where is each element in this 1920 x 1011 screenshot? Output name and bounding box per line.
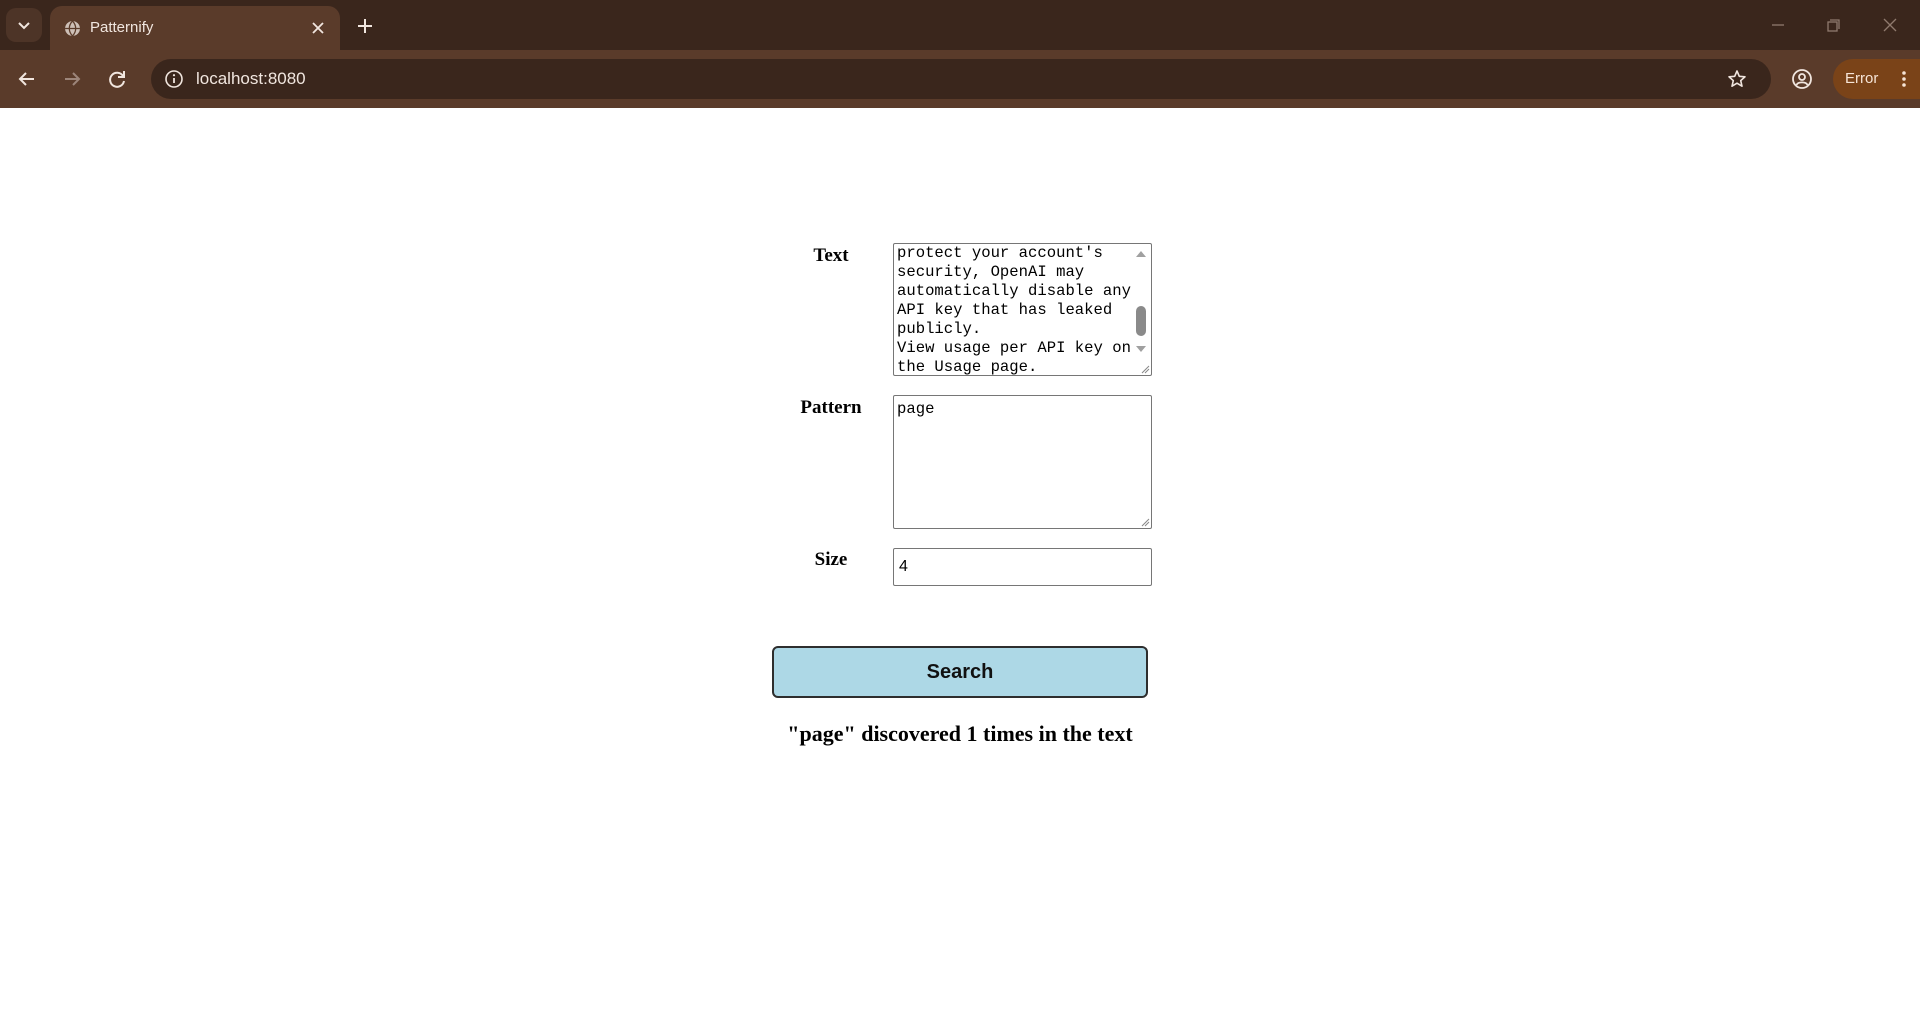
new-tab-icon[interactable] — [352, 13, 378, 39]
text-textarea-content: protect your account's security, OpenAI … — [897, 244, 1131, 376]
globe-icon — [65, 20, 80, 37]
text-textarea[interactable]: protect your account's security, OpenAI … — [893, 243, 1152, 376]
resize-grip-icon[interactable] — [1140, 517, 1150, 527]
forward-arrow-icon[interactable] — [57, 64, 87, 94]
close-icon[interactable] — [308, 18, 328, 38]
bookmark-star-icon[interactable] — [1726, 68, 1748, 90]
tab-search-button[interactable] — [6, 8, 42, 42]
result-message: "page" discovered 1 times in the text — [787, 721, 1133, 746]
profile-icon[interactable] — [1787, 64, 1817, 94]
chevron-down-icon — [18, 22, 30, 30]
size-label: Size — [814, 549, 848, 570]
size-input[interactable] — [893, 548, 1152, 586]
profile-error-button[interactable]: Error — [1833, 59, 1920, 99]
browser-toolbar: localhost:8080 Error — [0, 50, 1920, 108]
tab-title: Patternify — [90, 19, 154, 36]
minimize-icon[interactable] — [1765, 13, 1791, 37]
text-label: Text — [813, 245, 849, 266]
info-icon[interactable] — [163, 68, 185, 90]
browser-tab[interactable]: Patternify — [50, 6, 340, 50]
error-label: Error — [1845, 70, 1879, 87]
pattern-textarea-content: page — [897, 400, 935, 418]
resize-grip-icon[interactable] — [1140, 364, 1150, 374]
tab-strip: Patternify — [0, 0, 1920, 50]
url-text: localhost:8080 — [196, 69, 306, 88]
scrollbar-thumb[interactable] — [1136, 306, 1146, 336]
pattern-label: Pattern — [800, 397, 862, 418]
reload-icon[interactable] — [102, 64, 132, 94]
search-button[interactable]: Search — [772, 646, 1148, 698]
window-close-icon[interactable] — [1877, 13, 1903, 37]
scroll-down-arrow-icon[interactable] — [1133, 343, 1149, 355]
scroll-up-arrow-icon[interactable] — [1133, 248, 1149, 260]
textarea-scrollbar[interactable] — [1133, 246, 1149, 363]
address-bar[interactable]: localhost:8080 — [151, 59, 1771, 99]
back-arrow-icon[interactable] — [12, 64, 42, 94]
pattern-textarea[interactable]: page — [893, 395, 1152, 529]
restore-icon[interactable] — [1820, 13, 1846, 37]
more-vertical-icon[interactable] — [1893, 68, 1915, 90]
